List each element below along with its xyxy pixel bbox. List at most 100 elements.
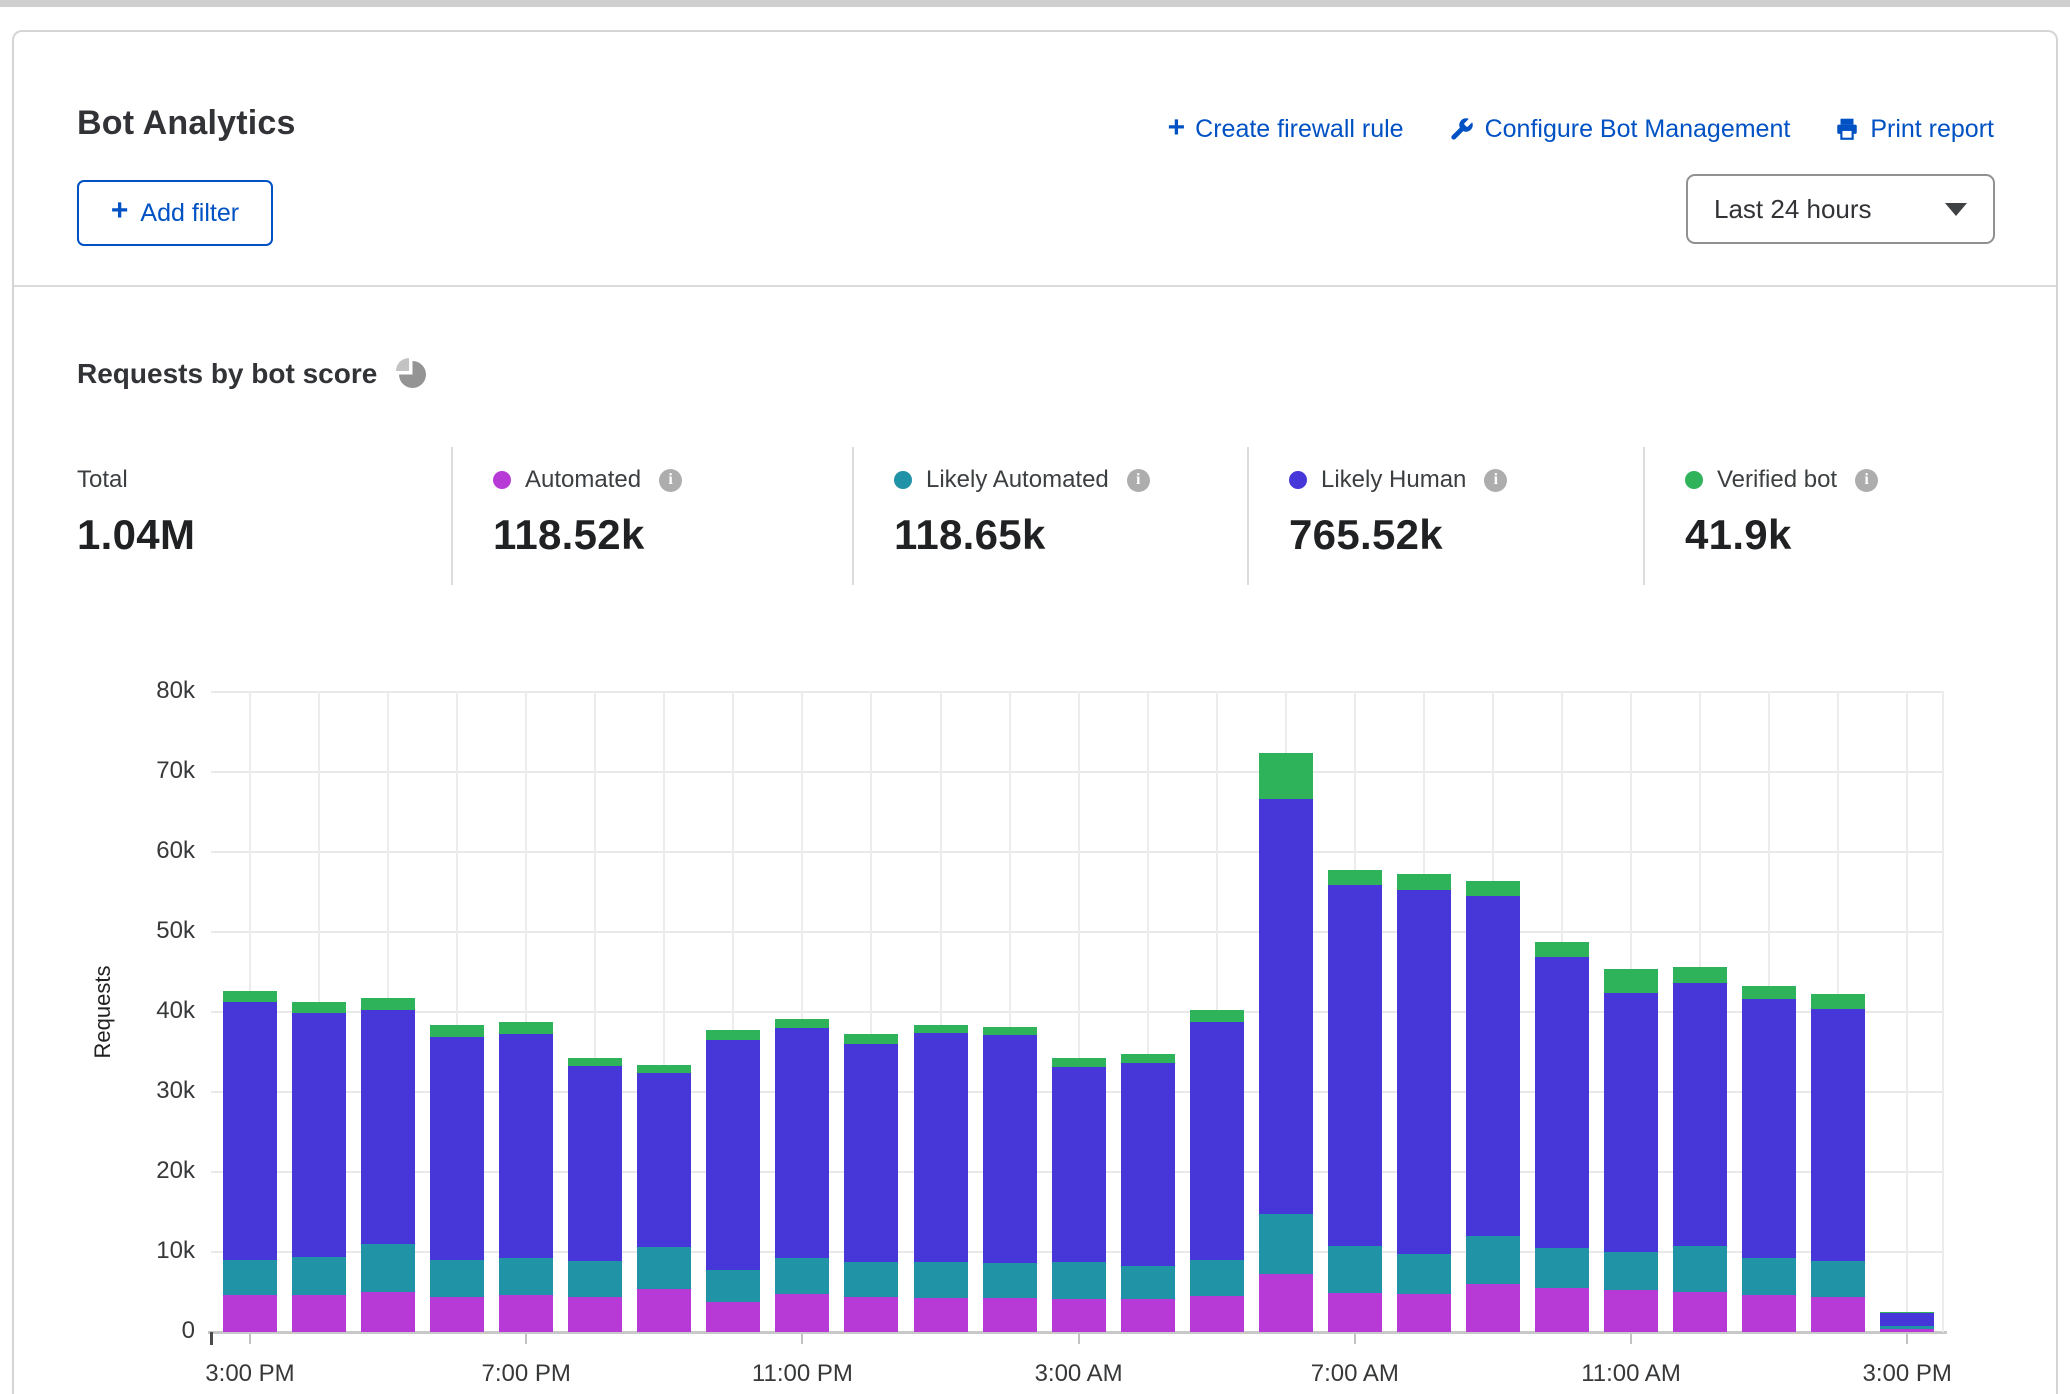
segment-automated [1259,1274,1313,1332]
info-icon[interactable]: i [1855,469,1878,492]
bar-8-00-pm-5[interactable] [568,1058,622,1332]
stat-automated-value: 118.52k [493,511,852,559]
bar-7-00-pm-4[interactable] [499,1022,553,1332]
segment-verified-bot [706,1030,760,1040]
bar-10-00-am-19[interactable] [1535,942,1589,1332]
segment-verified-bot [637,1065,691,1073]
segment-likely-human [844,1044,898,1262]
bar-1-00-am-10[interactable] [914,1025,968,1332]
bar-6-00-pm-3[interactable] [430,1025,484,1332]
segment-likely-automated [983,1263,1037,1298]
bar-5-00-am-14[interactable] [1190,1010,1244,1332]
section-title: Requests by bot score [77,358,377,390]
segment-verified-bot [775,1019,829,1028]
bar-10-00-pm-7[interactable] [706,1030,760,1332]
stats-row: Total 1.04M Automated i 118.52k Likely A… [77,447,1994,585]
bar-3-00-pm-24[interactable] [1880,1312,1934,1332]
time-range-value: Last 24 hours [1714,194,1872,225]
segment-likely-automated [1190,1260,1244,1296]
bar-9-00-pm-6[interactable] [637,1065,691,1332]
y-axis-tick-label: 10k [156,1237,195,1265]
bar-7-00-am-16[interactable] [1328,870,1382,1332]
segment-verified-bot [292,1002,346,1012]
segment-likely-human [637,1073,691,1247]
header-actions: + Create firewall rule Configure Bot Man… [1168,114,1994,144]
segment-likely-human [1880,1313,1934,1326]
bar-11-00-pm-8[interactable] [775,1019,829,1332]
top-divider [0,0,2070,7]
stat-likely-human-label: Likely Human [1321,466,1466,494]
segment-verified-bot [1811,994,1865,1008]
bar-5-00-pm-2[interactable] [361,998,415,1332]
bar-4-00-pm-1[interactable] [292,1002,346,1332]
segment-automated [1121,1299,1175,1332]
bar-1-00-pm-22[interactable] [1742,986,1796,1332]
segment-verified-bot [914,1025,968,1033]
info-icon[interactable]: i [1484,469,1507,492]
stat-total-value: 1.04M [77,511,451,559]
bar-6-00-am-15[interactable] [1259,753,1313,1332]
add-filter-label: Add filter [140,199,239,228]
segment-likely-automated [775,1258,829,1294]
bar-4-00-am-13[interactable] [1121,1054,1175,1332]
bot-analytics-page: Bot Analytics + Create firewall rule Con… [0,0,2070,1394]
segment-likely-human [223,1002,277,1260]
segment-likely-human [1052,1067,1106,1262]
segment-likely-human [361,1010,415,1244]
bar-12-00-pm-21[interactable] [1673,967,1727,1332]
stat-verified-bot-label: Verified bot [1717,466,1837,494]
bar-2-00-pm-23[interactable] [1811,994,1865,1332]
info-icon[interactable]: i [1127,469,1150,492]
bar-3-00-pm-0[interactable] [223,991,277,1332]
segment-likely-automated [1259,1214,1313,1273]
segment-likely-automated [1466,1236,1520,1284]
segment-automated [1466,1284,1520,1332]
bar-8-00-am-17[interactable] [1397,874,1451,1332]
segment-likely-human [1397,890,1451,1253]
x-axis-tick-label: 3:00 PM [1827,1360,1987,1388]
segment-likely-automated [568,1261,622,1297]
segment-likely-automated [1880,1326,1934,1329]
bar-11-00-am-20[interactable] [1604,969,1658,1332]
segment-likely-human [983,1035,1037,1263]
bar-9-00-am-18[interactable] [1466,881,1520,1332]
segment-automated [361,1292,415,1332]
bar-3-00-am-12[interactable] [1052,1058,1106,1332]
segment-likely-automated [361,1244,415,1292]
segment-likely-human [568,1066,622,1260]
bar-12-00-am-9[interactable] [844,1034,898,1332]
info-icon[interactable]: i [659,469,682,492]
segment-likely-automated [292,1257,346,1295]
segment-verified-bot [1052,1058,1106,1067]
x-axis-tick-label: 11:00 PM [722,1360,882,1388]
create-firewall-rule-link[interactable]: + Create firewall rule [1168,114,1404,144]
plus-icon: + [111,196,129,226]
configure-bot-management-label: Configure Bot Management [1485,115,1791,144]
page-title: Bot Analytics [77,104,296,143]
print-report-link[interactable]: Print report [1834,115,1994,144]
stat-verified-bot: Verified bot i 41.9k [1643,447,1994,585]
segment-likely-automated [430,1260,484,1297]
segment-verified-bot [1328,870,1382,885]
add-filter-button[interactable]: + Add filter [77,180,273,246]
segment-verified-bot [223,991,277,1001]
configure-bot-management-link[interactable]: Configure Bot Management [1448,115,1791,144]
create-firewall-rule-label: Create firewall rule [1195,115,1403,144]
segment-likely-human [1535,957,1589,1248]
bar-2-00-am-11[interactable] [983,1027,1037,1332]
stat-likely-automated-label: Likely Automated [926,466,1109,494]
segment-likely-human [1742,999,1796,1258]
printer-icon [1834,116,1860,142]
time-range-select[interactable]: Last 24 hours [1686,174,1995,244]
segment-verified-bot [1466,881,1520,896]
segment-automated [292,1295,346,1332]
segment-verified-bot [499,1022,553,1035]
segment-likely-human [706,1040,760,1270]
segment-automated [1604,1290,1658,1332]
segment-verified-bot [1121,1054,1175,1064]
gridline-vertical [1906,692,1908,1332]
x-axis-tick-label: 11:00 AM [1551,1360,1711,1388]
stat-likely-human: Likely Human i 765.52k [1247,447,1643,585]
pie-chart-icon [399,361,426,388]
segment-likely-automated [1328,1246,1382,1292]
